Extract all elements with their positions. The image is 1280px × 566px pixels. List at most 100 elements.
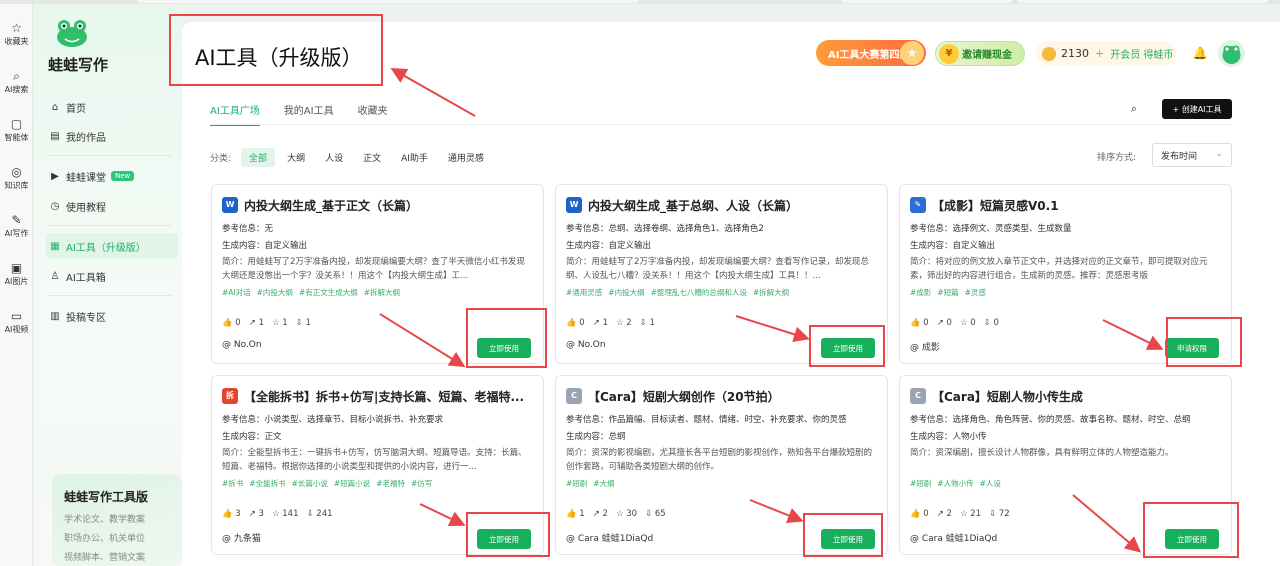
bell-icon[interactable]: 🔔 — [1192, 45, 1208, 61]
stat-like-icon[interactable]: 👍 0 — [222, 318, 241, 328]
logo[interactable]: 蛙蛙写作 — [46, 18, 176, 76]
tag[interactable]: #人设 — [980, 479, 1001, 488]
stat-share-icon[interactable]: ↗ 2 — [937, 509, 952, 519]
card-author[interactable]: @ No.On — [222, 340, 262, 350]
stat-download-icon[interactable]: ⇩ 72 — [989, 509, 1010, 519]
use-now-button[interactable]: 立即使用 — [1165, 529, 1219, 549]
tag[interactable]: #拆解大纲 — [753, 288, 789, 297]
rail-item-agents[interactable]: ▢ 智能体 — [0, 116, 33, 143]
use-now-button[interactable]: 立即使用 — [821, 338, 875, 358]
nav-item-course[interactable]: ▶ 蛙蛙课堂 New — [46, 163, 178, 189]
chip-all[interactable]: 全部 — [241, 148, 276, 167]
tag[interactable]: #拆书 — [222, 479, 243, 488]
tab-ai-tool-square[interactable]: AI工具广场 — [210, 102, 260, 126]
tag[interactable]: #人物小传 — [937, 479, 973, 488]
rail-item-ai-image[interactable]: ▣ AI图片 — [0, 260, 33, 287]
rail-item-ai-search[interactable]: ⌕ AI搜索 — [0, 68, 33, 95]
tag[interactable]: #短篇 — [937, 288, 958, 297]
nav-item-tutorial[interactable]: ◷ 使用教程 — [46, 193, 178, 219]
chip-body[interactable]: 正文 — [355, 148, 389, 167]
stat-share-icon[interactable]: ↗ 1 — [249, 318, 264, 328]
stat-download-icon[interactable]: ⇩ 241 — [306, 509, 332, 519]
promo-panel[interactable]: 蛙蛙写作工具版 学术论文、教学教案 职场办公、机关单位 视频脚本、营销文案 — [52, 474, 182, 566]
stat-star-icon[interactable]: ☆ 141 — [272, 509, 299, 519]
rail-item-knowledge[interactable]: ◎ 知识库 — [0, 164, 33, 191]
nav-item-home[interactable]: ⌂ 首页 — [46, 94, 178, 120]
tag[interactable]: #大纲 — [593, 479, 614, 488]
tool-card[interactable]: W 内投大纲生成_基于正文（长篇） 参考信息：无 生成内容：自定义输出 简介：用蛙蛙写了… — [211, 184, 544, 364]
tag[interactable]: #短剧 — [910, 479, 931, 488]
tag[interactable]: #灵感 — [965, 288, 986, 297]
card-title[interactable]: 内投大纲生成_基于总纲、人设（长篇） — [588, 197, 798, 214]
stat-like-icon[interactable]: 👍 3 — [222, 509, 241, 519]
tab-favorites[interactable]: 收藏夹 — [358, 102, 388, 126]
tag[interactable]: #AI对话 — [222, 288, 251, 297]
rail-item-ai-video[interactable]: ▭ AI视频 — [0, 308, 33, 335]
stat-star-icon[interactable]: ☆ 1 — [272, 318, 288, 328]
stat-download-icon[interactable]: ⇩ 65 — [645, 509, 666, 519]
chip-outline[interactable]: 大纲 — [279, 148, 313, 167]
tool-card[interactable]: C 【Cara】短剧大纲创作（20节拍） 参考信息：作品篇幅、目标读者、题材、情绪、… — [555, 375, 888, 555]
stat-share-icon[interactable]: ↗ 1 — [593, 318, 608, 328]
tag[interactable]: #拆解大纲 — [364, 288, 400, 297]
stat-share-icon[interactable]: ↗ 2 — [593, 509, 608, 519]
card-author[interactable]: @ No.On — [566, 340, 606, 350]
tag[interactable]: #整理乱七八糟的总纲和人设 — [651, 288, 747, 297]
tag[interactable]: #短剧 — [566, 479, 587, 488]
tag[interactable]: #内投大纲 — [257, 288, 293, 297]
rail-item-ai-writing[interactable]: ✎ AI写作 — [0, 212, 33, 239]
chip-ai-assistant[interactable]: AI助手 — [393, 148, 436, 167]
tag[interactable]: #老福特 — [376, 479, 405, 488]
contest-banner[interactable]: AI工具大赛第四期 ★ — [816, 40, 926, 66]
create-ai-tool-button[interactable]: + 创建AI工具 — [1162, 99, 1232, 119]
tool-card[interactable]: 拆【全能拆书】拆书+仿写|支持长篇、短篇、老福特... 参考信息：小说类型、选择章… — [211, 375, 544, 555]
chip-general-inspiration[interactable]: 通用灵感 — [440, 148, 492, 167]
tag[interactable]: #短篇小说 — [334, 479, 370, 488]
rail-item-favorites[interactable]: ☆ 收藏夹 — [0, 20, 33, 47]
stat-download-icon[interactable]: ⇩ 1 — [640, 318, 655, 328]
tag[interactable]: #内投大纲 — [608, 288, 644, 297]
use-now-button[interactable]: 立即使用 — [477, 338, 531, 358]
tab-my-ai-tools[interactable]: 我的AI工具 — [284, 102, 334, 126]
tag[interactable]: #成影 — [910, 288, 931, 297]
tag[interactable]: #长篇小说 — [292, 479, 328, 488]
card-title[interactable]: 内投大纲生成_基于正文（长篇） — [244, 197, 418, 214]
use-now-button[interactable]: 申请权限 — [1165, 338, 1219, 358]
tool-card[interactable]: C 【Cara】短剧人物小传生成 参考信息：选择角色、角色阵营、你的灵感、故事名称、… — [899, 375, 1232, 555]
card-author[interactable]: @ Cara 蛙蛙1DiaQd — [566, 531, 653, 544]
tool-card[interactable]: ✎ 【成影】短篇灵感V0.1 参考信息：选择例文、灵感类型、生成数量 生成内容：自定义… — [899, 184, 1232, 364]
nav-item-ai-tool-upgrade[interactable]: ▦ AI工具（升级版） — [46, 233, 178, 259]
tag[interactable]: #仿写 — [411, 479, 432, 488]
stat-share-icon[interactable]: ↗ 0 — [937, 318, 952, 328]
stat-star-icon[interactable]: ☆ 21 — [960, 509, 981, 519]
stat-download-icon[interactable]: ⇩ 0 — [984, 318, 999, 328]
card-title[interactable]: 【Cara】短剧人物小传生成 — [932, 388, 1083, 405]
chip-character[interactable]: 人设 — [317, 148, 351, 167]
nav-item-my-works[interactable]: ▤ 我的作品 — [46, 123, 178, 149]
stat-like-icon[interactable]: 👍 0 — [910, 509, 929, 519]
sort-select[interactable]: 发布时间 ⌄ — [1152, 143, 1232, 167]
tag[interactable]: #有正文生成大纲 — [299, 288, 358, 297]
card-author[interactable]: @ 成影 — [910, 340, 940, 353]
stat-star-icon[interactable]: ☆ 0 — [960, 318, 976, 328]
nav-item-submission[interactable]: ▥ 投稿专区 — [46, 303, 178, 329]
browser-tab[interactable] — [842, 0, 1012, 3]
card-title[interactable]: 【全能拆书】拆书+仿写|支持长篇、短篇、老福特... — [244, 388, 524, 405]
card-title[interactable]: 【Cara】短剧大纲创作（20节拍） — [588, 388, 780, 405]
vip-link[interactable]: 开会员 得蛙币 — [1110, 46, 1173, 61]
stat-star-icon[interactable]: ☆ 2 — [616, 318, 632, 328]
tag[interactable]: #通用灵感 — [566, 288, 602, 297]
stat-like-icon[interactable]: 👍 0 — [566, 318, 585, 328]
card-author[interactable]: @ 九条猫 — [222, 531, 261, 544]
stat-share-icon[interactable]: ↗ 3 — [249, 509, 264, 519]
tag[interactable]: #全能拆书 — [249, 479, 285, 488]
use-now-button[interactable]: 立即使用 — [477, 529, 531, 549]
stat-download-icon[interactable]: ⇩ 1 — [296, 318, 311, 328]
card-author[interactable]: @ Cara 蛙蛙1DiaQd — [910, 531, 997, 544]
invite-banner[interactable]: ¥ 邀请赚现金 — [935, 41, 1025, 66]
browser-tab[interactable] — [138, 0, 638, 3]
search-icon[interactable]: ⌕ — [1124, 99, 1144, 119]
tool-card[interactable]: W 内投大纲生成_基于总纲、人设（长篇） 参考信息：总纲、选择卷纲、选择角色1、选择… — [555, 184, 888, 364]
stat-star-icon[interactable]: ☆ 30 — [616, 509, 637, 519]
use-now-button[interactable]: 立即使用 — [821, 529, 875, 549]
